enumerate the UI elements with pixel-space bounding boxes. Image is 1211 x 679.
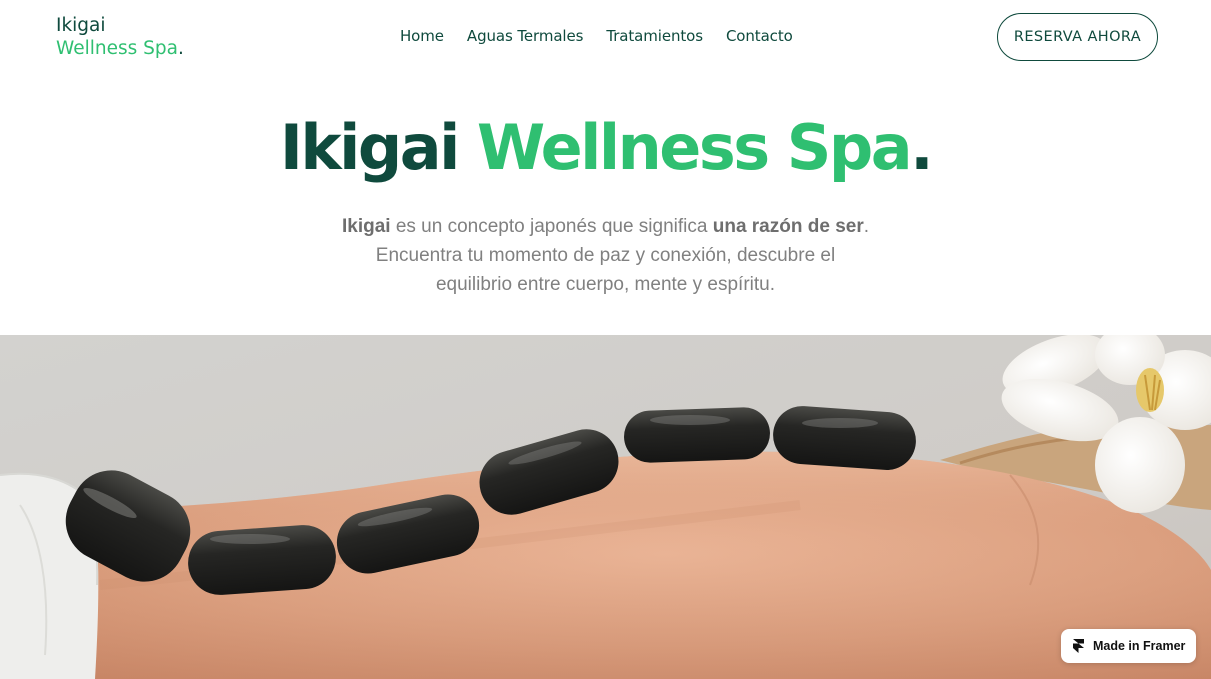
hero-sub-bold-2: una razón de ser xyxy=(712,216,864,237)
nav-link-aguas-termales[interactable]: Aguas Termales xyxy=(467,27,584,45)
hero-sub-text-2: . xyxy=(863,216,870,237)
badge-label: Made in Framer xyxy=(1093,639,1186,653)
nav-link-tratamientos[interactable]: Tratamientos xyxy=(606,27,703,45)
reserve-button[interactable]: RESERVA AHORA xyxy=(997,13,1158,61)
hero-subtitle-line-3: equilibrio entre cuerpo, mente y espírit… xyxy=(435,274,775,295)
logo-line-2: Wellness Spa xyxy=(56,38,178,59)
hero-title: Ikigai Wellness Spa. xyxy=(0,108,1211,188)
nav-link-contacto[interactable]: Contacto xyxy=(726,27,793,45)
framer-icon xyxy=(1073,639,1084,653)
site-logo[interactable]: Ikigai Wellness Spa. xyxy=(56,14,184,60)
hero-title-dot: . xyxy=(910,111,934,184)
main-nav: Home Aguas Termales Tratamientos Contact… xyxy=(400,27,793,45)
made-in-framer-badge[interactable]: Made in Framer xyxy=(1061,629,1196,663)
logo-dot: . xyxy=(177,38,184,59)
hero-subtitle-line-2: Encuentra tu momento de paz y conexión, … xyxy=(375,245,836,266)
hero-subtitle-line-1: Ikigai es un concepto japonés que signif… xyxy=(0,212,1211,241)
hero-image-hot-stone-massage xyxy=(0,335,1211,679)
logo-line-1: Ikigai xyxy=(56,15,106,36)
nav-link-home[interactable]: Home xyxy=(400,27,444,45)
hero-title-part-2: Wellness Spa xyxy=(476,111,913,184)
hero-title-part-1: Ikigai xyxy=(279,111,477,184)
hero-sub-bold-1: Ikigai xyxy=(341,216,391,237)
hero-subtitle: Ikigai es un concepto japonés que signif… xyxy=(0,212,1211,299)
hero-sub-text-1: es un concepto japonés que significa xyxy=(390,216,713,237)
